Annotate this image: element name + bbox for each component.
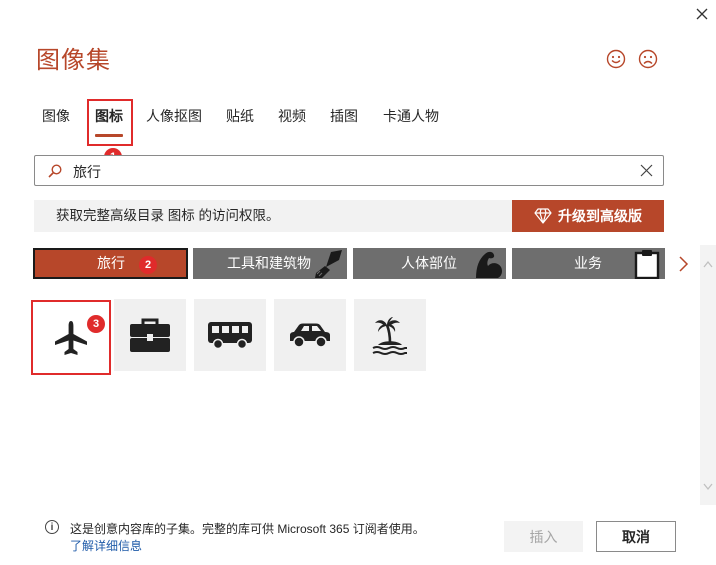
category-tools-buildings[interactable]: 工具和建筑物	[193, 248, 347, 279]
footer-info-text: 这是创意内容库的子集。完整的库可供 Microsoft 365 订阅者使用。	[70, 522, 425, 536]
scroll-up-icon[interactable]	[703, 260, 713, 268]
upgrade-button-label: 升级到高级版	[558, 208, 642, 224]
frown-feedback-button[interactable]	[637, 48, 659, 70]
smile-feedback-button[interactable]	[605, 48, 627, 70]
search-icon	[48, 164, 62, 178]
diamond-icon	[534, 208, 552, 224]
tab-cartoon-people[interactable]: 卡通人物	[383, 100, 439, 132]
tab-illustrations[interactable]: 插图	[330, 100, 358, 132]
palm-island-icon	[372, 317, 407, 355]
category-label: 工具和建筑物	[227, 255, 311, 271]
search-box	[34, 155, 664, 186]
close-icon	[696, 8, 708, 20]
insert-button[interactable]: 插入	[504, 521, 583, 552]
frown-icon	[638, 49, 658, 69]
upsell-bar: 获取完整高级目录 图标 的访问权限。 升级到高级版	[34, 200, 664, 232]
clear-icon[interactable]	[640, 164, 653, 177]
category-body-parts[interactable]: 人体部位	[353, 248, 506, 279]
tab-highlight-box	[87, 99, 133, 146]
tab-videos[interactable]: 视频	[278, 100, 306, 132]
airplane-icon	[55, 320, 87, 355]
search-input[interactable]	[71, 160, 635, 183]
briefcase-icon	[130, 318, 170, 352]
step-badge-3: 3	[87, 315, 105, 333]
result-bus[interactable]	[194, 299, 266, 371]
categories-next-button[interactable]	[678, 254, 690, 279]
category-business[interactable]: 业务	[512, 248, 665, 279]
scroll-down-icon[interactable]	[703, 483, 713, 491]
paintbrush-icon	[315, 250, 342, 278]
results-scrollbar[interactable]	[700, 245, 716, 505]
flexed-arm-icon	[476, 251, 502, 278]
upsell-message: 获取完整高级目录 图标 的访问权限。	[56, 208, 280, 223]
tab-images[interactable]: 图像	[42, 100, 70, 132]
bus-icon	[208, 322, 252, 350]
cancel-button[interactable]: 取消	[596, 521, 676, 552]
result-palm-island[interactable]	[354, 299, 426, 371]
chevron-right-icon	[679, 256, 689, 272]
category-travel[interactable]: 旅行	[33, 248, 188, 279]
upgrade-button[interactable]: 升级到高级版	[512, 200, 664, 232]
tab-cutout-people[interactable]: 人像抠图	[146, 100, 202, 132]
close-button[interactable]	[692, 4, 712, 24]
step-badge-2: 2	[139, 256, 157, 274]
category-label: 旅行	[97, 255, 125, 271]
smile-icon	[606, 49, 626, 69]
car-icon	[290, 323, 330, 348]
category-label: 业务	[574, 255, 602, 271]
clipboard-icon	[634, 250, 660, 279]
tab-stickers[interactable]: 贴纸	[226, 100, 254, 132]
info-icon: i	[45, 520, 59, 534]
result-airplane[interactable]	[31, 300, 111, 375]
result-car[interactable]	[274, 299, 346, 371]
category-label: 人体部位	[401, 255, 457, 271]
result-briefcase[interactable]	[114, 299, 186, 371]
dialog-title: 图像集	[36, 47, 111, 74]
learn-more-link[interactable]: 了解详细信息	[70, 537, 142, 554]
